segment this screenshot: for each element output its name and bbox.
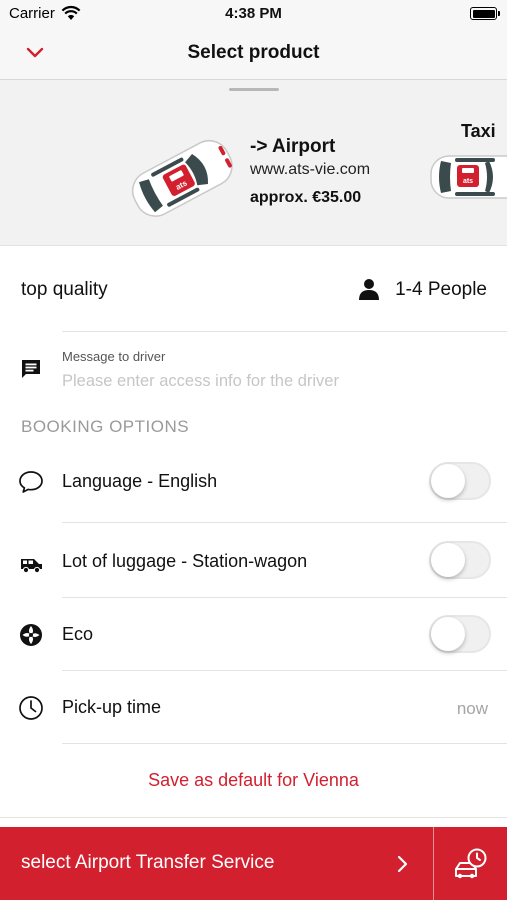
save-default-link[interactable]: Save as default for Vienna <box>0 770 507 791</box>
chevron-right-icon <box>397 855 408 873</box>
product-card-airport[interactable]: ats -> Airport www.ats-vie.com approx. €… <box>120 128 400 228</box>
message-to-driver-row[interactable]: Message to driver <box>0 333 507 399</box>
speech-bubble-icon <box>19 471 43 493</box>
car-image: ats <box>430 155 507 199</box>
schedule-ride-button[interactable] <box>434 827 507 900</box>
pickup-time-row[interactable]: Pick-up time now <box>0 671 507 745</box>
navigation-bar: Select product <box>0 28 507 80</box>
pickup-time-value: now <box>456 699 488 718</box>
quality-label: top quality <box>21 279 108 300</box>
clock-icon <box>19 696 43 720</box>
person-icon <box>359 279 379 300</box>
ats-badge-text: ats <box>463 178 473 185</box>
car-image: ats <box>131 139 233 217</box>
option-luggage: Lot of luggage - Station-wagon <box>0 524 507 598</box>
divider <box>0 817 507 818</box>
message-icon <box>22 360 40 378</box>
capacity-label: 1-4 People <box>395 279 487 300</box>
option-label: Lot of luggage - Station-wagon <box>62 551 308 571</box>
message-label: Message to driver <box>62 349 166 364</box>
option-label: Eco <box>62 624 94 644</box>
product-name: -> Airport <box>250 136 336 157</box>
status-time: 4:38 PM <box>225 5 282 22</box>
luggage-toggle[interactable] <box>429 541 491 579</box>
eco-toggle[interactable] <box>429 615 491 653</box>
select-service-button[interactable]: select Airport Transfer Service <box>0 827 433 900</box>
option-label: Pick-up time <box>62 697 162 717</box>
scheduled-ride-icon <box>455 848 487 879</box>
toggle-knob <box>431 464 465 498</box>
toggle-knob <box>431 617 465 651</box>
product-card-taxi[interactable]: Taxi ats <box>425 116 507 236</box>
option-language: Language - English <box>0 445 507 519</box>
bottom-action-bar: select Airport Transfer Service <box>0 827 507 900</box>
option-label: Language - English <box>62 471 218 491</box>
product-name: Taxi <box>461 121 496 141</box>
eco-icon <box>20 624 42 646</box>
product-info-row: top quality 1-4 People <box>0 246 507 332</box>
booking-options-header: BOOKING OPTIONS <box>21 417 190 436</box>
product-carousel[interactable]: ats -> Airport www.ats-vie.com approx. €… <box>0 80 507 246</box>
divider <box>62 522 507 523</box>
message-input[interactable] <box>62 369 482 393</box>
status-bar: Carrier 4:38 PM <box>0 0 507 28</box>
page-title: Select product <box>187 42 320 63</box>
divider <box>62 331 507 332</box>
option-eco: Eco <box>0 598 507 672</box>
language-toggle[interactable] <box>429 462 491 500</box>
drag-handle[interactable] <box>229 88 279 91</box>
product-price: approx. €35.00 <box>250 189 362 206</box>
product-website: www.ats-vie.com <box>250 161 371 178</box>
battery-icon <box>470 7 500 20</box>
select-service-label: select Airport Transfer Service <box>21 852 275 873</box>
station-wagon-icon <box>21 559 42 574</box>
toggle-knob <box>431 543 465 577</box>
divider <box>62 743 507 744</box>
